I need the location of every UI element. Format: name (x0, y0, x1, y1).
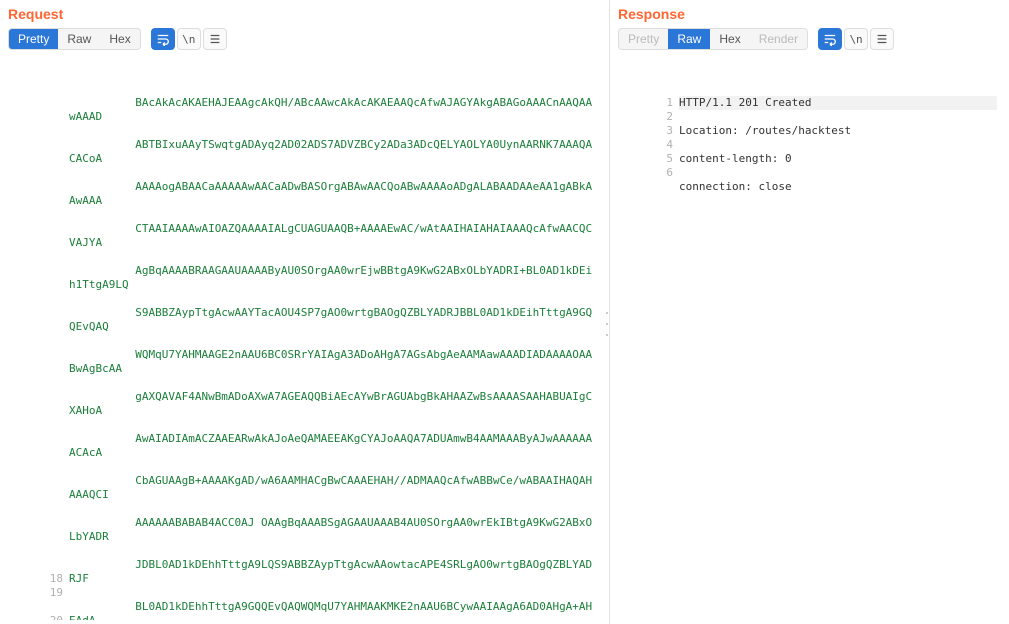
request-view-tabs: Pretty Raw Hex (8, 28, 141, 50)
tab-hex[interactable]: Hex (710, 29, 749, 49)
wrap-lines-button[interactable] (151, 28, 175, 50)
payload-line: BL0AD1kDEhhTttgA9GQQEvQAQWQMqU7YAHMAAKMK… (69, 600, 597, 620)
tab-raw[interactable]: Raw (668, 29, 710, 49)
response-view-tabs: Pretty Raw Hex Render (618, 28, 808, 50)
wrap-icon (823, 32, 837, 46)
response-editor[interactable]: 123456 HTTP/1.1 201 Created Location: /r… (618, 54, 1001, 620)
response-gutter: 123456 (618, 82, 679, 278)
newline-icon: \n (182, 33, 195, 46)
response-line: content-length: 0 (679, 152, 997, 166)
request-toolbar: Pretty Raw Hex \n (8, 28, 601, 50)
payload-line: CTAAIAAAAwAIOAZQAAAAIALgCUAGUAAQB+AAAAEw… (69, 222, 597, 250)
request-panel: Request Pretty Raw Hex \n 1819 2021 (0, 0, 610, 624)
request-gutter: 1819 2021 (8, 82, 69, 620)
response-code[interactable]: HTTP/1.1 201 Created Location: /routes/h… (679, 82, 1001, 278)
request-code[interactable]: BAcAkAcAKAEHAJEAAgcAkQH/ABcAAwcAkAcAKAEA… (69, 82, 601, 620)
response-toolbar: Pretty Raw Hex Render \n (618, 28, 1001, 50)
payload-line: JDBL0AD1kDEhhTttgA9LQS9ABBZAypTtgAcwAAow… (69, 558, 597, 586)
payload-line: BAcAkAcAKAEHAJEAAgcAkQH/ABcAAwcAkAcAKAEA… (69, 96, 597, 124)
request-title: Request (8, 6, 601, 22)
wrap-icon (156, 32, 170, 46)
payload-line: AAAAAABABAB4ACC0AJ OAAgBqAAABSgAGAAUAAAB… (69, 516, 597, 544)
more-options-button[interactable] (203, 28, 227, 50)
payload-line: WQMqU7YAHMAAGE2nAAU6BC0SRrYAIAgA3ADoAHgA… (69, 348, 597, 376)
payload-line: CbAGUAAgB+AAAAKgAD/wA6AAMHACgBwCAAAEHAH/… (69, 474, 597, 502)
hamburger-icon (875, 32, 889, 46)
request-editor[interactable]: 1819 2021 BAcAkAcAKAEHAJEAAgcAkQH/ABcAAw… (8, 54, 601, 620)
show-newlines-button[interactable]: \n (177, 28, 201, 50)
hamburger-icon (208, 32, 222, 46)
show-newlines-button[interactable]: \n (844, 28, 868, 50)
payload-line: ABTBIxuAAyTSwqtgADAyq2AD02ADS7ADVZBCy2AD… (69, 138, 597, 166)
tab-raw[interactable]: Raw (58, 29, 100, 49)
payload-line: AgBqAAAABRAAGAAUAAAAByAU0SOrgAA0wrEjwBBt… (69, 264, 597, 292)
more-options-button[interactable] (870, 28, 894, 50)
response-line: connection: close (679, 180, 997, 194)
payload-line: AAAAogABAACaAAAAAwAACaADwBASOrgABAwAACQo… (69, 180, 597, 208)
tab-pretty[interactable]: Pretty (9, 29, 58, 49)
wrap-lines-button[interactable] (818, 28, 842, 50)
response-line: Location: /routes/hacktest (679, 124, 997, 138)
response-line: HTTP/1.1 201 Created (679, 96, 997, 110)
payload-line: gAXQAVAF4ANwBmADoAXwA7AGEAQQBiAEcAYwBrAG… (69, 390, 597, 418)
response-panel: Response Pretty Raw Hex Render \n 123456… (610, 0, 1009, 624)
payload-line: AwAIADIAmACZAAEARwAkAJoAeQAMAEEAKgCYAJoA… (69, 432, 597, 460)
panel-resize-handle[interactable] (604, 312, 610, 336)
response-line (679, 236, 997, 250)
tab-hex[interactable]: Hex (100, 29, 139, 49)
response-title: Response (618, 6, 1001, 22)
response-line (679, 208, 997, 222)
tab-render[interactable]: Render (750, 29, 807, 49)
payload-line: S9ABBZAypTtgAcwAAYTacAOU4SP7gAO0wrtgBAOg… (69, 306, 597, 334)
newline-icon: \n (849, 33, 862, 46)
tab-pretty[interactable]: Pretty (619, 29, 668, 49)
